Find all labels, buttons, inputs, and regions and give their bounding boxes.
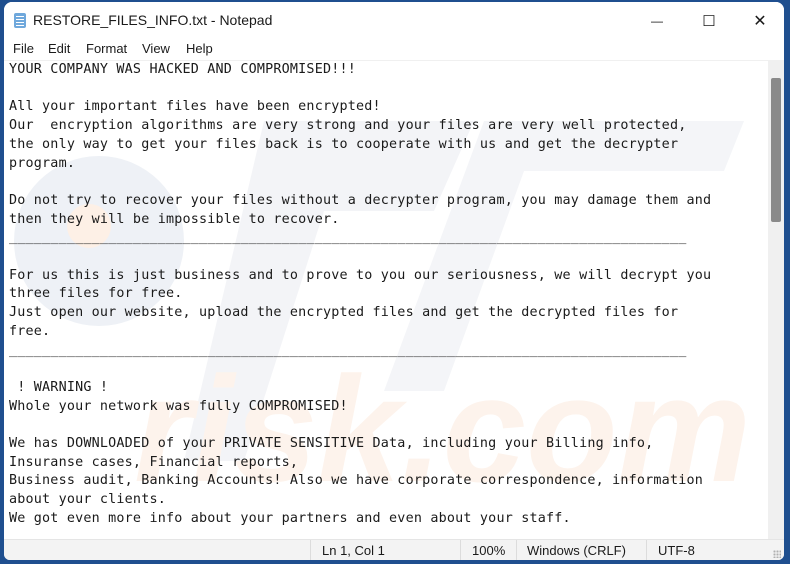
notepad-window: RESTORE_FILES_INFO.txt - Notepad — ☐ ✕ F… xyxy=(4,2,784,560)
encoding: UTF-8 xyxy=(658,543,695,558)
text-editor[interactable]: risk.com YOUR COMPANY WAS HACKED AND COM… xyxy=(4,60,768,540)
status-divider xyxy=(646,540,647,560)
menu-file[interactable]: File xyxy=(13,41,34,56)
notepad-icon xyxy=(14,13,26,28)
menu-bar: File Edit Format View Help xyxy=(4,40,784,60)
close-icon: ✕ xyxy=(753,13,767,30)
menu-view[interactable]: View xyxy=(142,41,170,56)
status-divider xyxy=(460,540,461,560)
status-divider xyxy=(516,540,517,560)
maximize-button[interactable]: ☐ xyxy=(686,2,732,40)
title-bar[interactable]: RESTORE_FILES_INFO.txt - Notepad — ☐ ✕ xyxy=(4,2,784,40)
minimize-icon: — xyxy=(651,14,663,28)
menu-edit[interactable]: Edit xyxy=(48,41,70,56)
status-divider xyxy=(310,540,311,560)
zoom-level: 100% xyxy=(472,543,506,558)
line-ending: Windows (CRLF) xyxy=(527,543,626,558)
vertical-scrollbar[interactable] xyxy=(768,60,784,539)
window-title: RESTORE_FILES_INFO.txt - Notepad xyxy=(33,12,273,28)
close-button[interactable]: ✕ xyxy=(737,2,783,40)
status-bar: Ln 1, Col 1 100% Windows (CRLF) UTF-8 xyxy=(4,539,784,560)
menu-help[interactable]: Help xyxy=(186,41,213,56)
resize-grip-icon[interactable] xyxy=(773,550,781,558)
menu-format[interactable]: Format xyxy=(86,41,127,56)
maximize-icon: ☐ xyxy=(702,13,716,30)
minimize-button[interactable]: — xyxy=(634,2,680,40)
document-text[interactable]: YOUR COMPANY WAS HACKED AND COMPROMISED!… xyxy=(9,61,711,529)
scrollbar-thumb[interactable] xyxy=(771,78,781,222)
cursor-position: Ln 1, Col 1 xyxy=(322,543,385,558)
